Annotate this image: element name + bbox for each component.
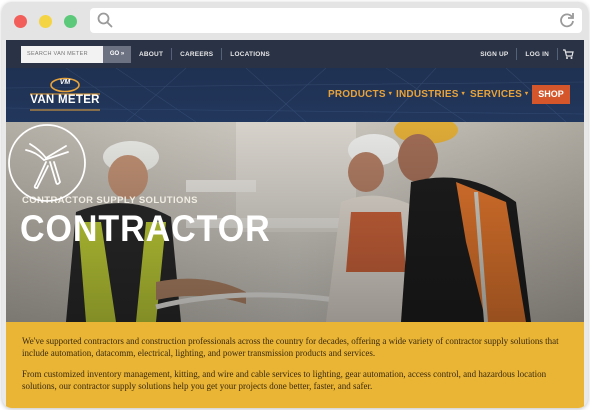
- caret-down-icon: ▾: [525, 91, 529, 97]
- nav-industries[interactable]: INDUSTRIES ▾: [396, 89, 465, 100]
- minimize-window-button[interactable]: [39, 15, 52, 28]
- logo-badge-text: VM: [59, 79, 71, 86]
- utility-bar: GO » ABOUT CAREERS LOCATIONS SIGN UP LOG…: [6, 40, 584, 68]
- site-search-input[interactable]: [21, 45, 103, 63]
- nav-industries-label: INDUSTRIES: [396, 89, 459, 100]
- log-in-link[interactable]: LOG IN: [517, 51, 557, 58]
- maximize-window-button[interactable]: [64, 15, 77, 28]
- search-go-button[interactable]: GO »: [103, 45, 131, 63]
- reload-icon[interactable]: [558, 11, 576, 29]
- search-icon: [97, 12, 113, 28]
- nav-services-label: SERVICES: [470, 89, 522, 100]
- hero-banner: CONTRACTOR SUPPLY SOLUTIONS CONTRACTOR: [6, 122, 584, 322]
- nav-services[interactable]: SERVICES ▾: [470, 89, 528, 100]
- intro-section: We've supported contractors and construc…: [6, 322, 584, 408]
- browser-window: GO » ABOUT CAREERS LOCATIONS SIGN UP LOG…: [2, 2, 588, 408]
- about-link[interactable]: ABOUT: [131, 51, 171, 58]
- browser-chrome: [2, 2, 588, 40]
- page-viewport: GO » ABOUT CAREERS LOCATIONS SIGN UP LOG…: [6, 40, 584, 408]
- cart-icon[interactable]: [562, 48, 574, 60]
- sign-up-link[interactable]: SIGN UP: [472, 51, 516, 58]
- intro-paragraph: From customized inventory management, ki…: [22, 369, 547, 391]
- main-navigation: VM VAN METER PRODUCTS ▾ INDUSTRIES ▾ SERVI…: [6, 68, 584, 122]
- address-bar[interactable]: [90, 8, 582, 33]
- logo-wordmark: VAN METER: [30, 94, 100, 106]
- wire-cutter-icon: [8, 124, 86, 202]
- shop-button[interactable]: SHOP: [532, 85, 570, 104]
- close-window-button[interactable]: [14, 15, 27, 28]
- careers-link[interactable]: CAREERS: [172, 51, 221, 58]
- locations-link[interactable]: LOCATIONS: [222, 51, 278, 58]
- nav-products[interactable]: PRODUCTS ▾: [328, 89, 392, 100]
- caret-down-icon: ▾: [461, 91, 465, 97]
- caret-down-icon: ▾: [388, 91, 392, 97]
- divider: [557, 48, 558, 60]
- nav-products-label: PRODUCTS: [328, 89, 386, 100]
- intro-paragraph: We've supported contractors and construc…: [22, 336, 559, 358]
- hero-title: CONTRACTOR: [20, 208, 271, 249]
